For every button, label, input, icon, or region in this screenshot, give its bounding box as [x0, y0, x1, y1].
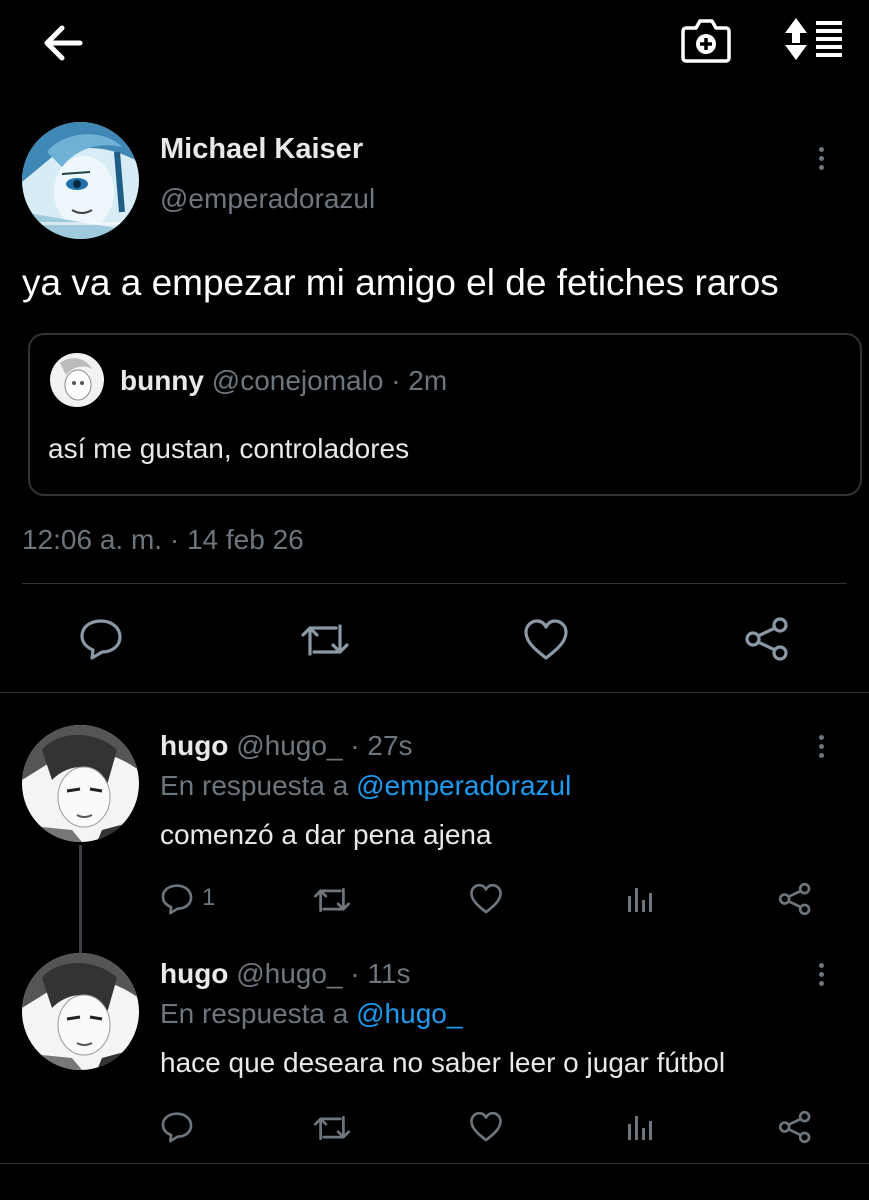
more-dot-icon — [818, 156, 824, 161]
tweet-more-button[interactable] — [816, 147, 826, 174]
more-dot-icon — [818, 735, 824, 740]
author-name[interactable]: Michael Kaiser — [160, 133, 363, 166]
retweet-icon — [301, 624, 349, 656]
camera-plus-icon — [681, 19, 731, 63]
sort-lines-icon — [785, 18, 842, 60]
share-button[interactable] — [744, 616, 790, 662]
more-dot-icon — [818, 147, 824, 152]
like-icon — [524, 619, 568, 660]
reply-reply-button[interactable] — [160, 882, 194, 916]
share-icon — [745, 617, 788, 661]
reply-avatar[interactable] — [22, 725, 139, 842]
back-button[interactable] — [40, 20, 86, 66]
reply-time: · 27s — [350, 730, 413, 761]
reply-icon — [161, 1112, 193, 1143]
quote-name: bunny — [120, 365, 204, 396]
quote-text: así me gustan, controladores — [48, 433, 410, 464]
views-icon — [628, 1116, 652, 1140]
reply-share-button[interactable] — [778, 882, 812, 916]
more-dot-icon — [818, 744, 824, 749]
reply-handle[interactable]: @hugo_ — [236, 958, 342, 989]
retweet-icon — [313, 1115, 351, 1141]
reply-avatar[interactable] — [22, 953, 139, 1070]
quote-time: · 2m — [391, 365, 448, 396]
quote-handle: @conejomalo — [211, 365, 384, 396]
more-dot-icon — [818, 972, 824, 977]
reply-count: 1 — [202, 884, 216, 911]
share-icon — [778, 882, 811, 916]
reply-views-button[interactable] — [626, 1112, 656, 1142]
divider — [0, 1163, 869, 1164]
reply-header: hugo @hugo_ · 27s — [160, 730, 413, 762]
replying-to-prefix: En respuesta a — [160, 770, 349, 801]
reply-header: hugo @hugo_ · 11s — [160, 958, 410, 990]
more-dot-icon — [818, 753, 824, 758]
reply-time: · 11s — [350, 958, 411, 989]
replying-to-link[interactable]: @emperadorazul — [356, 770, 571, 801]
like-icon — [470, 1111, 502, 1142]
tweet-timestamp: 12:06 a. m. · 14 feb 26 — [22, 524, 304, 555]
reply-more-button[interactable] — [816, 963, 826, 990]
reply-views-button[interactable] — [626, 884, 656, 914]
like-icon — [470, 883, 502, 914]
author-avatar[interactable] — [22, 122, 139, 239]
reply-handle[interactable]: @hugo_ — [236, 730, 342, 761]
replying-to: En respuesta a @emperadorazul — [160, 770, 571, 802]
reply-icon — [80, 619, 122, 660]
reply-like-button[interactable] — [469, 883, 503, 915]
more-dot-icon — [818, 981, 824, 986]
reply-retweet-button[interactable] — [313, 883, 351, 917]
more-dot-icon — [818, 963, 824, 968]
reply-name[interactable]: hugo — [160, 958, 228, 989]
reply-name[interactable]: hugo — [160, 730, 228, 761]
author-handle[interactable]: @emperadorazul — [160, 183, 375, 215]
divider — [0, 692, 869, 693]
sort-button[interactable] — [784, 16, 844, 62]
arrow-left-icon — [44, 25, 83, 61]
replying-to-prefix: En respuesta a — [160, 998, 349, 1029]
reply-share-button[interactable] — [778, 1110, 812, 1144]
replying-to-link[interactable]: @hugo_ — [356, 998, 462, 1029]
retweet-icon — [313, 887, 351, 913]
reply-icon — [161, 884, 193, 915]
views-icon — [628, 888, 652, 912]
reply-reply-button[interactable] — [160, 1110, 194, 1144]
reply-text: hace que deseara no saber leer o jugar f… — [160, 1047, 726, 1078]
reply-text: comenzó a dar pena ajena — [160, 819, 492, 850]
reply-more-button[interactable] — [816, 735, 826, 762]
quote-avatar — [50, 353, 104, 407]
reply-retweet-button[interactable] — [313, 1111, 351, 1145]
more-dot-icon — [818, 165, 824, 170]
divider — [22, 583, 847, 584]
reply-button[interactable] — [78, 616, 124, 662]
share-icon — [778, 1110, 811, 1144]
camera-button[interactable] — [680, 16, 732, 64]
quoted-tweet[interactable]: bunny @conejomalo · 2m así me gustan, co… — [28, 333, 862, 496]
like-button[interactable] — [523, 618, 569, 662]
thread-connector — [79, 845, 82, 955]
replying-to: En respuesta a @hugo_ — [160, 998, 462, 1030]
reply-like-button[interactable] — [469, 1111, 503, 1143]
tweet-text: ya va a empezar mi amigo el de fetiches … — [22, 262, 779, 303]
retweet-button[interactable] — [300, 618, 350, 662]
